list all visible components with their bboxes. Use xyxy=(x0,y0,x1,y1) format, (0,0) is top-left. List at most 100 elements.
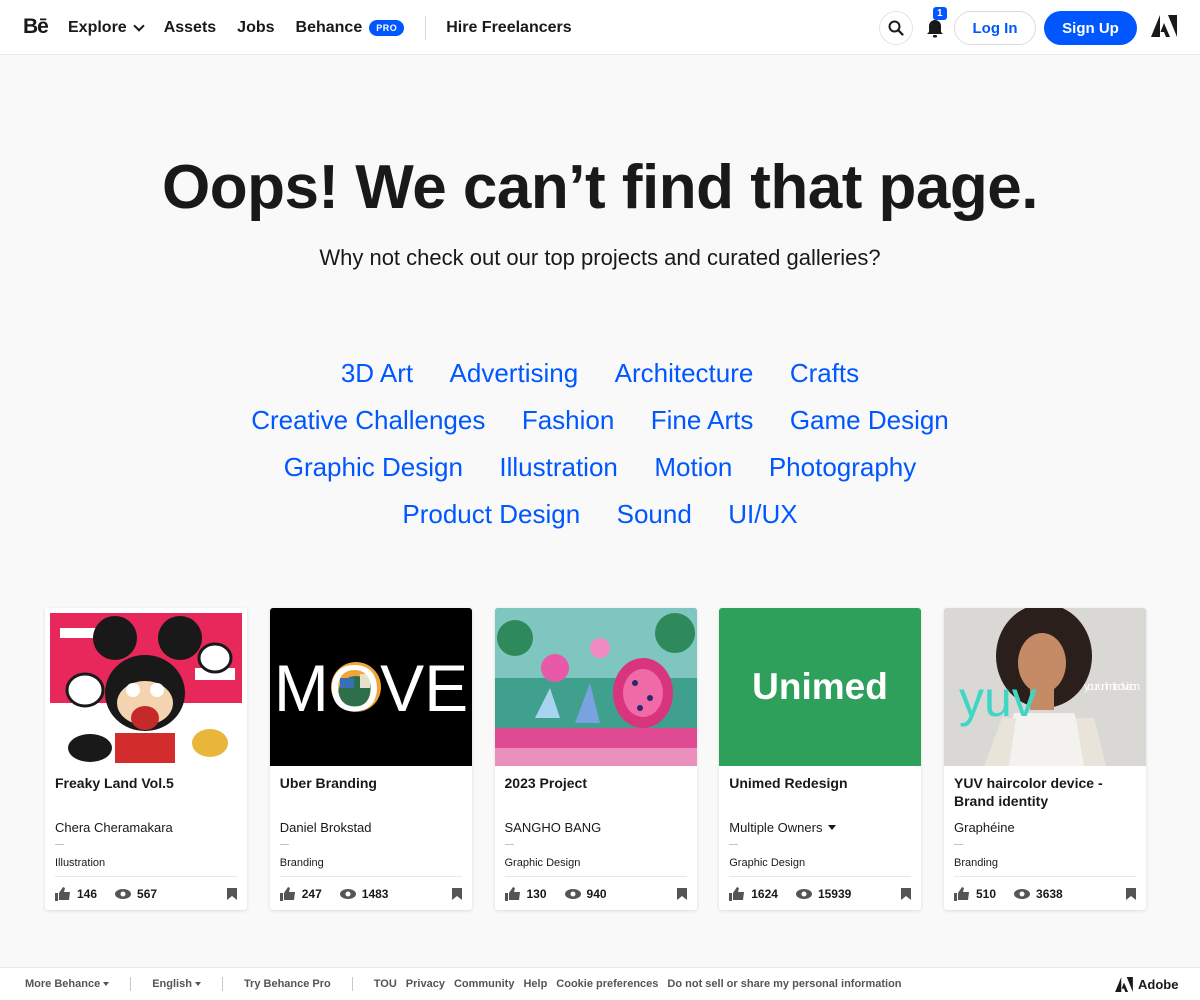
project-owner[interactable]: Chera Cheramakara xyxy=(55,820,173,835)
project-title[interactable]: YUV haircolor device -Brand identity xyxy=(954,774,1139,810)
nav-assets[interactable]: Assets xyxy=(164,19,216,37)
project-title[interactable]: Unimed Redesign xyxy=(729,774,914,792)
category-link[interactable]: Photography xyxy=(769,446,916,488)
footer-adobe-link[interactable]: Adobe xyxy=(1115,977,1178,992)
divider xyxy=(279,876,462,877)
bookmark-icon[interactable] xyxy=(1126,888,1136,900)
like-count: 1624 xyxy=(751,887,778,901)
category-link[interactable]: Game Design xyxy=(790,399,949,441)
category-link[interactable]: Fine Arts xyxy=(651,399,754,441)
caret-down-icon xyxy=(194,982,201,987)
multiple-owners-dropdown[interactable]: Multiple Owners xyxy=(729,820,837,835)
owner-name: Chera Cheramakara xyxy=(55,820,173,835)
project-owner[interactable]: Graphéine xyxy=(954,820,1015,835)
view-count: 3638 xyxy=(1036,887,1063,901)
login-button[interactable]: Log In xyxy=(954,11,1036,45)
footer-divider xyxy=(130,977,132,991)
divider xyxy=(504,876,687,877)
category-link[interactable]: Motion xyxy=(654,446,732,488)
project-card[interactable]: 2023 Project SANGHO BANG Graphic Design … xyxy=(494,608,697,910)
thumbnail-text: Unimed xyxy=(752,666,888,707)
project-stats: 1624 15939 xyxy=(729,887,869,901)
category-link[interactable]: UI/UX xyxy=(728,493,797,535)
project-owner[interactable]: SANGHO BANG xyxy=(505,820,602,835)
project-field[interactable]: Graphic Design xyxy=(505,857,581,869)
main-nav: Explore Assets Jobs Behance PRO Hire Fre… xyxy=(68,0,593,55)
bookmark-icon[interactable] xyxy=(901,888,912,900)
category-link[interactable]: Fashion xyxy=(522,399,615,441)
category-link[interactable]: Creative Challenges xyxy=(251,399,485,441)
project-card[interactable]: yuv your unlimited vision YUV haircolor … xyxy=(944,608,1146,910)
project-field[interactable]: Branding xyxy=(280,857,324,869)
category-link[interactable]: Product Design xyxy=(402,493,580,535)
footer-link-do-not-sell[interactable]: Do not sell or share my personal informa… xyxy=(667,978,901,990)
move-logo-image: MOVE xyxy=(274,651,468,725)
divider xyxy=(729,876,912,877)
project-thumbnail[interactable]: MOVE xyxy=(269,608,472,766)
bell-icon[interactable] xyxy=(925,17,945,39)
project-title[interactable]: Freaky Land Vol.5 xyxy=(55,774,240,792)
project-field[interactable]: Branding xyxy=(954,857,998,869)
category-link[interactable]: Advertising xyxy=(450,352,579,394)
project-stats: 247 1483 xyxy=(279,887,407,901)
nav-jobs[interactable]: Jobs xyxy=(237,19,274,37)
footer-language-select[interactable]: English xyxy=(152,978,201,990)
page-title: Oops! We can’t find that page. xyxy=(161,153,1039,222)
search-button[interactable] xyxy=(879,11,913,45)
project-title[interactable]: Uber Branding xyxy=(280,774,465,792)
footer-more-behance[interactable]: More Behance xyxy=(25,978,110,990)
footer-link-privacy[interactable]: Privacy xyxy=(406,978,445,990)
view-count: 1483 xyxy=(361,887,389,901)
eye-icon xyxy=(795,889,812,899)
footer-language-label: English xyxy=(152,978,192,990)
category-link[interactable]: Illustration xyxy=(499,446,618,488)
project-thumbnail[interactable]: yuv your unlimited vision xyxy=(944,608,1146,766)
bookmark-icon[interactable] xyxy=(451,888,462,900)
category-link[interactable]: Architecture xyxy=(615,352,754,394)
footer-link-community[interactable]: Community xyxy=(454,978,515,990)
project-title[interactable]: 2023 Project xyxy=(505,774,690,792)
eye-icon xyxy=(564,889,581,899)
project-card[interactable]: Unimed Unimed Redesign Multiple Owners G… xyxy=(719,608,922,910)
footer-link-cookies[interactable]: Cookie preferences xyxy=(556,978,658,990)
project-owner[interactable]: Daniel Brokstad xyxy=(280,820,372,835)
bookmark-icon[interactable] xyxy=(227,888,237,900)
adobe-logo-icon[interactable] xyxy=(1151,15,1177,37)
like-count: 130 xyxy=(526,887,547,901)
nav-behance-pro[interactable]: Behance PRO xyxy=(296,19,405,37)
category-link[interactable]: Crafts xyxy=(790,352,859,394)
search-icon xyxy=(888,20,904,36)
signup-button[interactable]: Sign Up xyxy=(1044,11,1137,45)
divider xyxy=(279,844,289,845)
category-link[interactable]: 3D Art xyxy=(341,352,413,394)
chevron-down-icon xyxy=(133,19,145,32)
project-field[interactable]: Illustration xyxy=(55,857,105,869)
art-image xyxy=(494,608,697,766)
project-field[interactable]: Graphic Design xyxy=(729,857,805,869)
project-card[interactable]: Freaky Land Vol.5 Chera Cheramakara Illu… xyxy=(45,608,247,910)
divider xyxy=(729,844,739,845)
nav-explore[interactable]: Explore xyxy=(68,19,145,37)
project-thumbnail[interactable] xyxy=(45,608,247,766)
page-subtitle: Why not check out our top projects and c… xyxy=(319,245,881,270)
project-card[interactable]: MOVE Uber Branding Daniel Brokstad Brand… xyxy=(269,608,472,910)
project-thumbnail[interactable]: Unimed xyxy=(719,608,922,766)
footer-try-pro[interactable]: Try Behance Pro xyxy=(244,978,331,990)
category-link[interactable]: Graphic Design xyxy=(284,446,463,488)
behance-logo[interactable]: Bē xyxy=(23,15,49,39)
divider xyxy=(55,876,237,877)
nav-hire-freelancers[interactable]: Hire Freelancers xyxy=(446,19,571,37)
eye-icon xyxy=(1014,889,1031,899)
bookmark-icon[interactable] xyxy=(676,888,687,900)
divider xyxy=(504,844,514,845)
unimed-logo-image: Unimed xyxy=(752,666,888,707)
project-thumbnail[interactable] xyxy=(494,608,697,766)
footer-link-help[interactable]: Help xyxy=(523,978,547,990)
thumbs-up-icon xyxy=(55,887,70,901)
category-link[interactable]: Sound xyxy=(617,493,692,535)
thumbnail-text: yuv xyxy=(959,671,1037,727)
footer-link-tou[interactable]: TOU xyxy=(374,978,397,990)
category-links: 3D Art Advertising Architecture Crafts C… xyxy=(150,352,1050,540)
caret-down-icon xyxy=(828,825,837,830)
project-cards: Freaky Land Vol.5 Chera Cheramakara Illu… xyxy=(45,608,1146,910)
